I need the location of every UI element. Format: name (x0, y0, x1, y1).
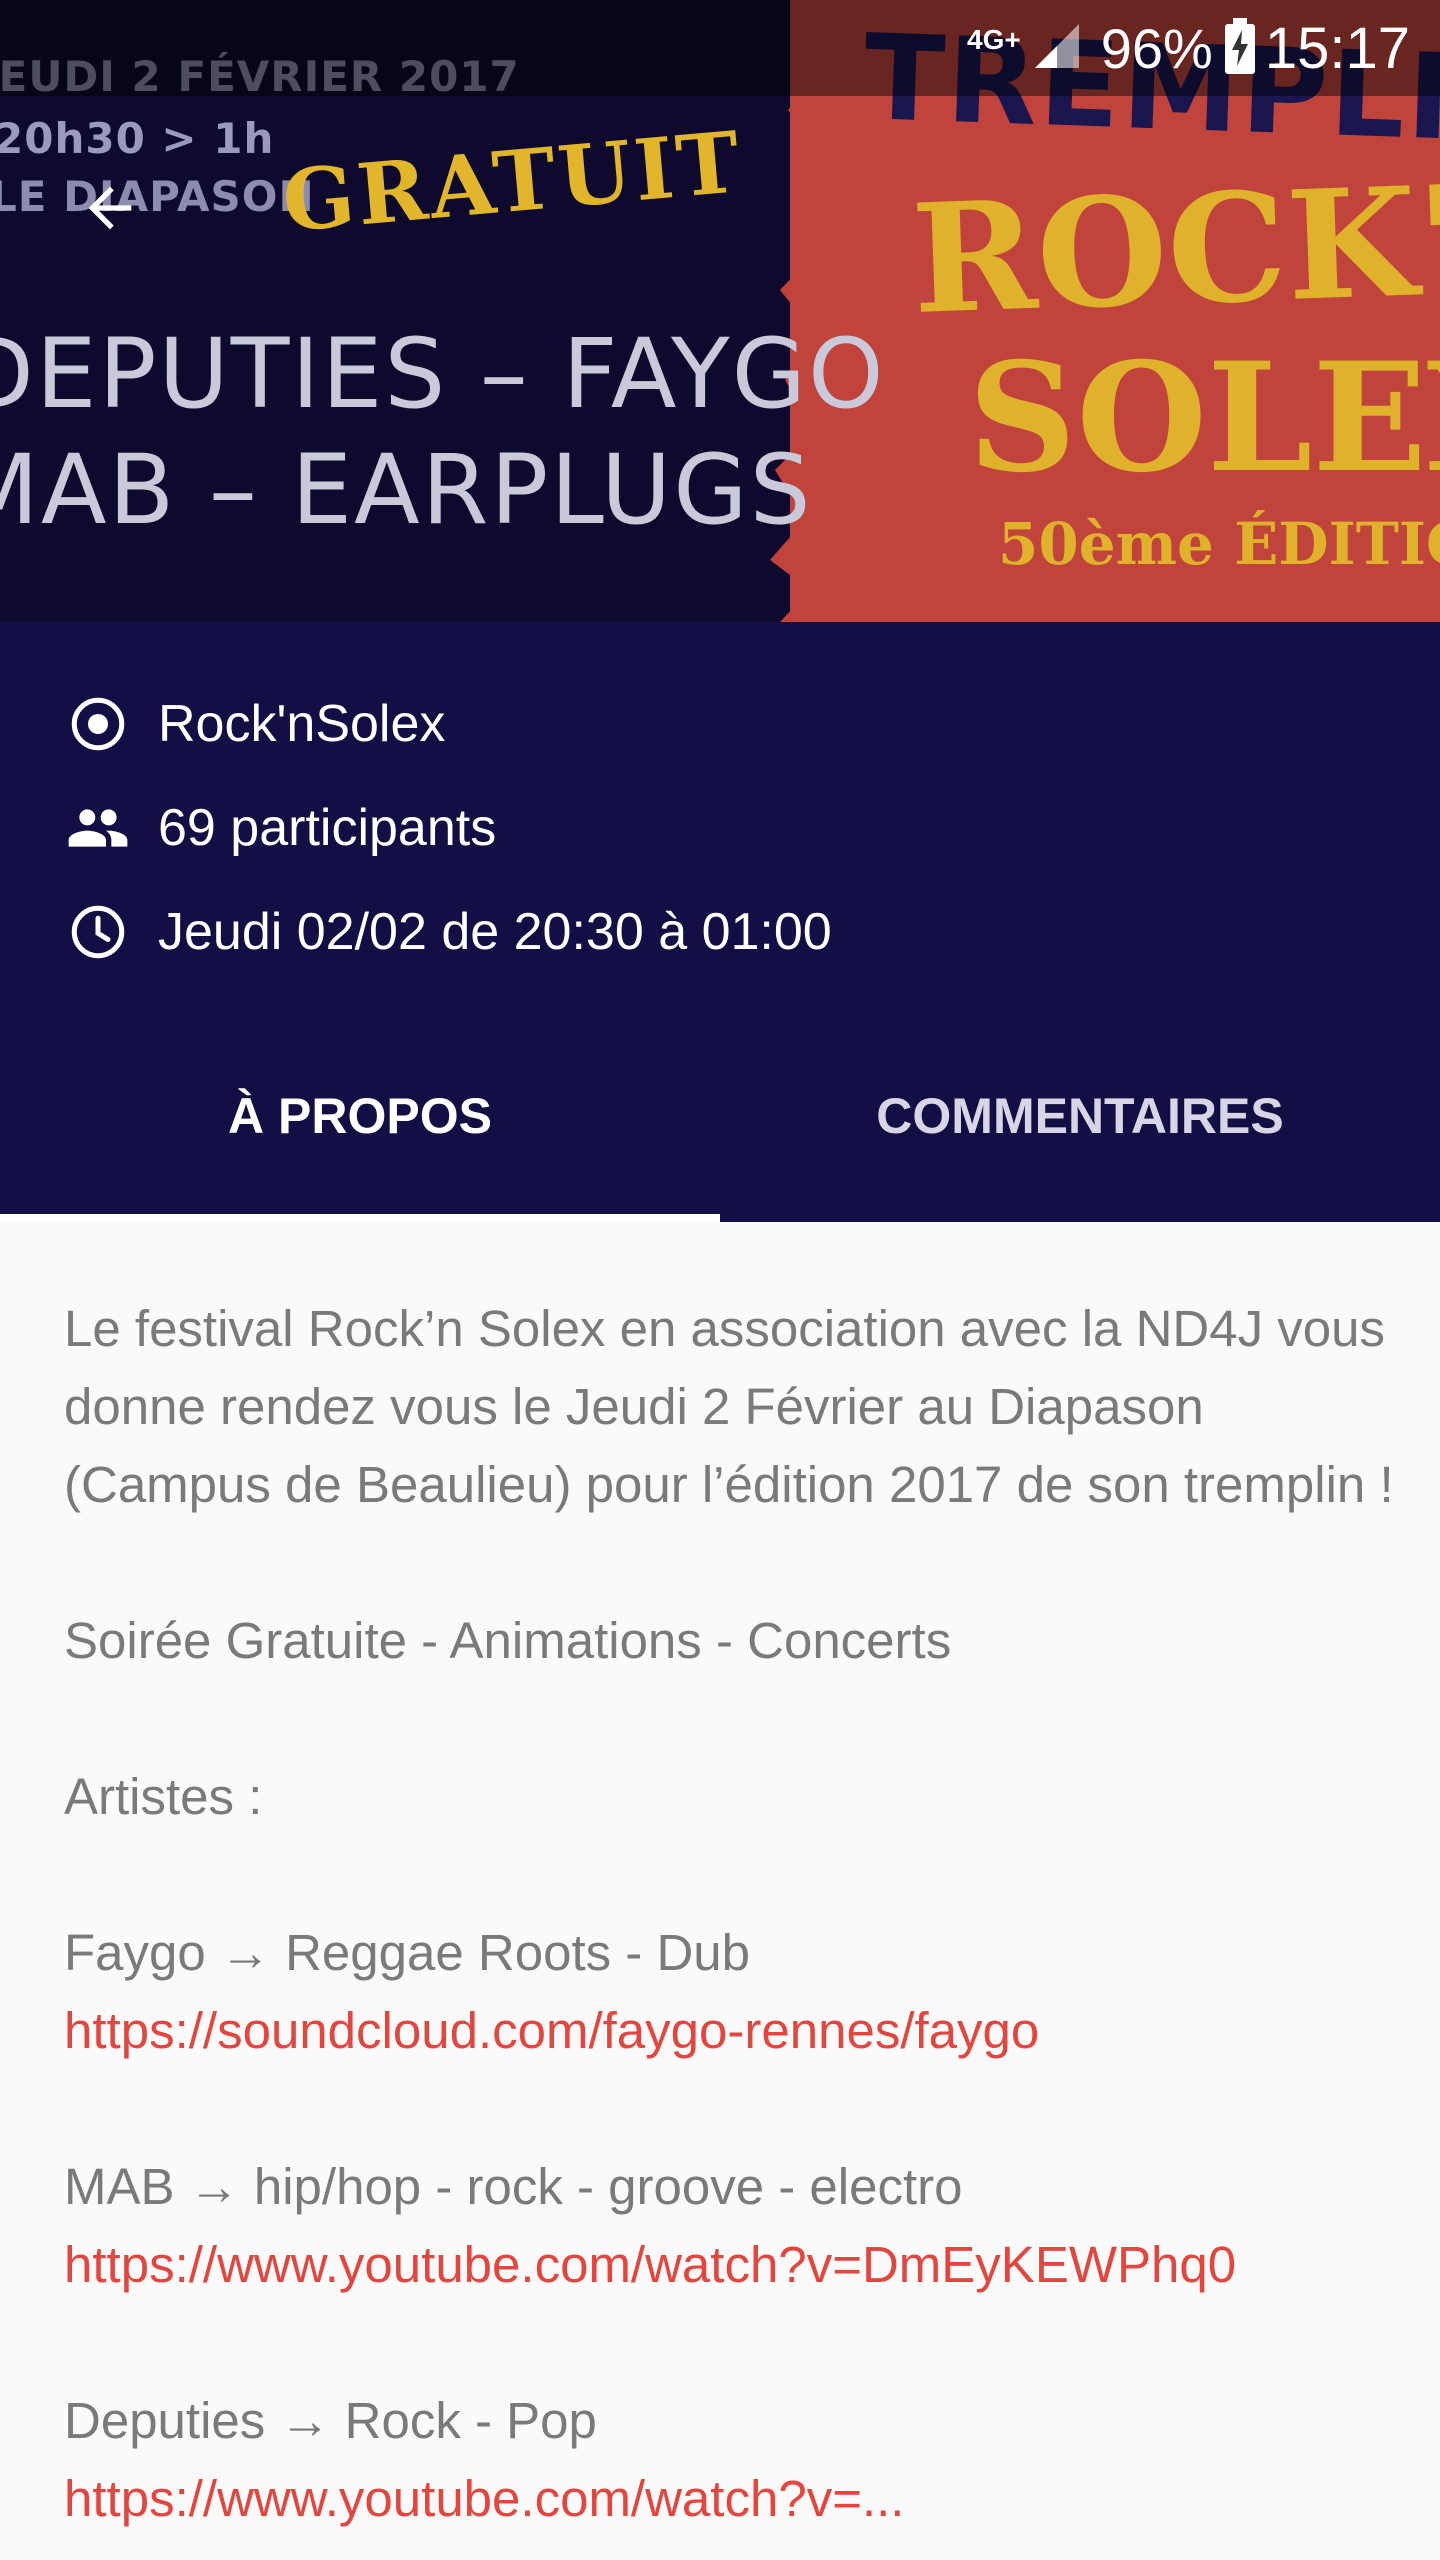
artist-deputies-link[interactable]: https://www.youtube.com/watch?v=... (64, 2460, 1394, 2538)
artist-mab-link[interactable]: https://www.youtube.com/watch?v=DmEyKEWP… (64, 2226, 1394, 2304)
event-description: Le festival Rock’n Solex en association … (64, 1290, 1394, 2538)
organizer-name: Rock'nSolex (158, 695, 446, 753)
tab-about-label: À PROPOS (228, 1088, 492, 1144)
poster-free-label: GRATUIT (278, 112, 747, 251)
clock-icon (66, 900, 130, 964)
poster-bands-line-2: MAB – EARPLUGS (0, 434, 813, 546)
poster-edition: 50ème ÉDITION (998, 510, 1440, 578)
poster-rockn: ROCK'N (909, 148, 1440, 348)
arrow-back-icon (88, 186, 132, 230)
status-bar: 4G+ 96% 15:17 (0, 0, 1440, 96)
artist-faygo: Faygo → Reggae Roots - Dub (64, 1924, 751, 1981)
tab-comments-label: COMMENTAIRES (876, 1088, 1284, 1144)
poster-time: 20h30 > 1h (0, 114, 275, 163)
poster-solex: SOLEX (968, 330, 1440, 506)
signal-icon (1031, 20, 1083, 77)
artist-deputies: Deputies → Rock - Pop (64, 2392, 597, 2449)
participants-count: 69 participants (158, 799, 497, 857)
network-type: 4G+ (967, 24, 1021, 55)
artist-mab: MAB → hip/hop - rock - groove - electro (64, 2158, 963, 2215)
event-date: Jeudi 02/02 de 20:30 à 01:00 (158, 903, 832, 961)
description-tagline: Soirée Gratuite - Animations - Concerts (64, 1612, 952, 1669)
people-icon (66, 796, 130, 860)
poster-venue: LE DIAPASON (0, 172, 315, 221)
tab-about[interactable]: À PROPOS (0, 1010, 720, 1222)
poster-bands-line-1: DEPUTIES – FAYGO (0, 318, 886, 430)
artists-heading: Artistes : (64, 1768, 263, 1825)
participants-row[interactable]: 69 participants (66, 796, 496, 860)
battery-percent: 96% (1100, 16, 1213, 80)
back-button[interactable] (70, 168, 150, 248)
description-intro: Le festival Rock’n Solex en association … (64, 1300, 1394, 1513)
tab-comments[interactable]: COMMENTAIRES (720, 1010, 1440, 1222)
clock: 15:17 (1264, 15, 1410, 81)
location-target-icon (66, 692, 130, 756)
date-row: Jeudi 02/02 de 20:30 à 01:00 (66, 900, 832, 964)
organizer-row[interactable]: Rock'nSolex (66, 692, 445, 756)
battery-charging-icon (1223, 17, 1257, 79)
artist-faygo-link[interactable]: https://soundcloud.com/faygo-rennes/fayg… (64, 1992, 1394, 2070)
tab-bar: À PROPOS COMMENTAIRES (0, 1010, 1440, 1222)
